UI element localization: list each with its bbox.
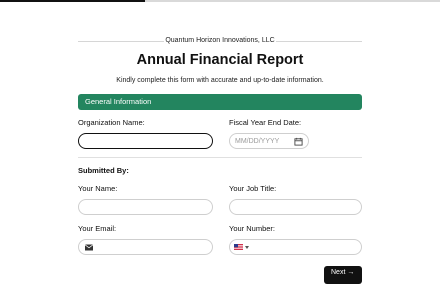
company-header: Quantum Horizon Innovations, LLC	[78, 35, 362, 47]
organization-name-input[interactable]	[78, 133, 213, 149]
section-header: General Information	[78, 94, 362, 110]
calendar-icon[interactable]	[294, 137, 303, 146]
us-flag-icon[interactable]	[234, 244, 243, 250]
number-label: Your Number:	[229, 224, 275, 233]
email-label: Your Email:	[78, 224, 117, 233]
section-title: General Information	[85, 97, 152, 106]
next-button[interactable]: Next →	[324, 266, 362, 284]
job-title-input[interactable]	[229, 199, 362, 215]
progress-bar-fill	[0, 0, 146, 2]
organization-name-label: Organization Name:	[78, 118, 145, 127]
phone-input[interactable]	[229, 239, 362, 255]
job-title-label: Your Job Title:	[229, 184, 277, 193]
form-title: Annual Financial Report	[136, 52, 304, 68]
email-input[interactable]	[78, 239, 213, 255]
fiscal-year-end-input[interactable]: MM/DD/YYYY	[229, 133, 309, 149]
divider-right	[276, 41, 362, 42]
fiscal-year-end-placeholder: MM/DD/YYYY	[235, 138, 280, 145]
your-name-label: Your Name:	[78, 184, 118, 193]
submitted-by-heading: Submitted By:	[78, 166, 129, 175]
progress-track	[0, 0, 440, 2]
chevron-down-icon[interactable]	[245, 246, 249, 249]
mail-icon	[85, 244, 93, 251]
section-divider	[78, 157, 362, 158]
form-subtitle: Kindly complete this form with accurate …	[116, 77, 324, 84]
fiscal-year-end-label: Fiscal Year End Date:	[229, 118, 302, 127]
your-name-input[interactable]	[78, 199, 213, 215]
